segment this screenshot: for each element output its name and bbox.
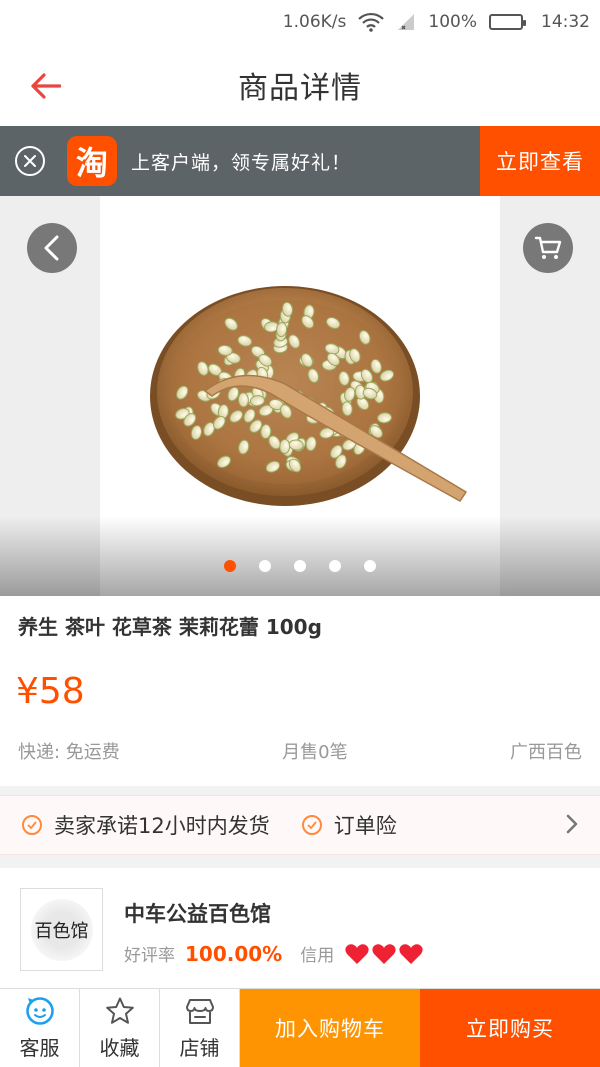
product-meta: 快递: 免运费 月售0笔 广西百色 xyxy=(18,738,582,764)
shipping-info: 快递: 免运费 xyxy=(18,742,120,763)
guarantee-row[interactable]: 卖家承诺12小时内发货 订单险 xyxy=(0,795,600,855)
guarantee-label: 订单险 xyxy=(333,814,397,838)
star-icon xyxy=(105,997,134,1024)
ship-location: 广西百色 xyxy=(510,742,582,763)
product-info: 养生 茶叶 花草茶 茉莉花蕾 100g ¥58 快递: 免运费 月售0笔 广西百… xyxy=(0,596,600,786)
shop-name[interactable]: 中车公益百色馆 xyxy=(124,898,271,928)
buy-now-button[interactable]: 立即购买 xyxy=(420,989,600,1067)
carousel-back-button[interactable] xyxy=(27,223,77,273)
taobao-logo: 淘 xyxy=(67,136,117,186)
app-download-banner: 淘 上客户端，领专属好礼！ 立即查看 xyxy=(0,126,600,196)
shop-logo[interactable]: 百色馆 xyxy=(20,888,103,971)
clock: 14:32 xyxy=(541,12,590,32)
banner-close-button[interactable] xyxy=(15,146,45,176)
back-button[interactable] xyxy=(28,68,64,104)
battery-percent: 100% xyxy=(428,12,477,32)
page-title: 商品详情 xyxy=(238,71,362,106)
heart-icon xyxy=(345,943,369,964)
product-image-carousel[interactable] xyxy=(0,196,600,596)
shop-label: 店铺 xyxy=(179,1035,220,1060)
customer-service-button[interactable]: 客服 xyxy=(0,989,80,1067)
favorite-button[interactable]: 收藏 xyxy=(80,989,160,1067)
rating-label: 好评率 xyxy=(124,946,175,966)
carousel-dot[interactable] xyxy=(364,560,376,572)
battery-icon xyxy=(489,14,526,30)
product-title: 养生 茶叶 花草茶 茉莉花蕾 100g xyxy=(18,615,322,639)
carousel-dot[interactable] xyxy=(294,560,306,572)
check-circle-icon xyxy=(22,815,42,835)
shop-logo-text: 百色馆 xyxy=(30,898,93,961)
carousel-dot[interactable] xyxy=(224,560,236,572)
shop-button[interactable]: 店铺 xyxy=(160,989,240,1067)
store-icon xyxy=(185,998,214,1024)
guarantee-label: 卖家承诺12小时内发货 xyxy=(54,814,270,838)
heart-icon xyxy=(372,943,396,964)
shop-rating: 好评率 100.00% 信用 xyxy=(124,941,424,966)
status-bar: 1.06K/s 100% 14:32 xyxy=(0,0,600,44)
bottom-action-bar: 客服 收藏 店铺 加入购物车 立即购买 xyxy=(0,988,600,1067)
heart-icon xyxy=(399,943,423,964)
customer-service-label: 客服 xyxy=(19,1035,60,1060)
chevron-left-icon xyxy=(44,235,59,261)
carousel-dot[interactable] xyxy=(329,560,341,572)
guarantee-item: 卖家承诺12小时内发货 xyxy=(22,810,270,840)
add-to-cart-button[interactable]: 加入购物车 xyxy=(240,989,420,1067)
shop-card[interactable]: 百色馆 中车公益百色馆 好评率 100.00% 信用 xyxy=(0,868,600,990)
customer-service-icon xyxy=(25,996,54,1025)
wifi-icon xyxy=(358,12,385,32)
header: 商品详情 xyxy=(0,44,600,126)
banner-text: 上客户端，领专属好礼！ xyxy=(131,151,352,174)
network-speed: 1.06K/s xyxy=(282,12,347,32)
check-circle-icon xyxy=(301,815,322,835)
back-arrow-icon xyxy=(31,73,61,99)
open-app-button[interactable]: 立即查看 xyxy=(480,126,600,196)
credit-label: 信用 xyxy=(300,946,335,966)
carousel-dot[interactable] xyxy=(259,560,271,572)
chevron-right-icon xyxy=(566,814,578,838)
close-icon xyxy=(24,155,36,167)
product-price: ¥58 xyxy=(16,671,85,712)
product-detail-page: 1.06K/s 100% 14:32 商品详情 淘 上客户端，领专属好礼！ 立即… xyxy=(0,0,600,1067)
cart-icon xyxy=(534,236,562,259)
favorite-label: 收藏 xyxy=(99,1035,140,1060)
carousel-indicator xyxy=(0,560,600,572)
monthly-sales: 月售0笔 xyxy=(282,742,348,763)
guarantee-item: 订单险 xyxy=(301,810,397,840)
signal-icon xyxy=(396,12,416,32)
cart-button[interactable] xyxy=(523,223,573,273)
rating-value: 100.00% xyxy=(185,941,283,966)
credit-hearts xyxy=(344,942,424,966)
carousel-shade xyxy=(0,516,600,596)
